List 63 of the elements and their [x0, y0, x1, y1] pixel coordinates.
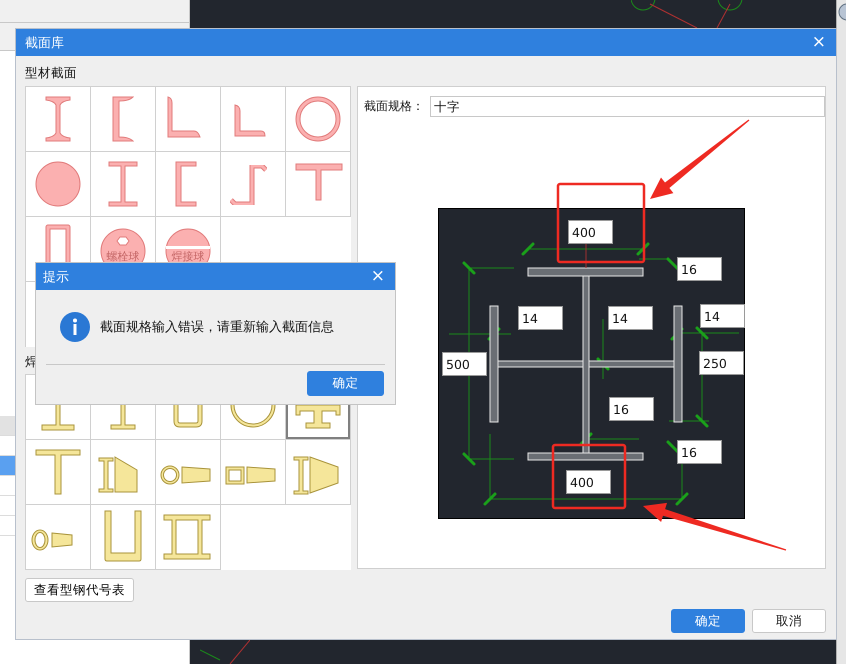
section-option[interactable]: [156, 152, 221, 217]
dimension-field[interactable]: 500: [442, 352, 487, 376]
dimension-field[interactable]: 400: [568, 220, 613, 244]
info-icon: [60, 312, 90, 342]
section-option[interactable]: [156, 505, 221, 570]
section-option[interactable]: [91, 87, 156, 152]
dimension-field[interactable]: 14: [518, 306, 563, 330]
section-option[interactable]: [221, 440, 286, 505]
welded-cross-tee-icon: [295, 405, 341, 429]
section-option[interactable]: [221, 152, 286, 217]
dialog-title: 截面库: [25, 34, 64, 52]
alert-message: 截面规格输入错误，请重新输入截面信息: [100, 319, 334, 336]
welded-u-icon: [173, 405, 203, 428]
i-taper-wide-icon: [293, 456, 339, 495]
channel-icon: [112, 96, 134, 142]
dimension-field[interactable]: 16: [677, 257, 722, 281]
welded-i-icon: [39, 405, 77, 431]
dimension-field[interactable]: 400: [566, 470, 611, 494]
circle-taper-icon: [160, 465, 211, 485]
section-option[interactable]: [26, 440, 91, 505]
section-option[interactable]: [286, 152, 351, 217]
round-bar-icon: [35, 161, 81, 207]
spec-field[interactable]: 十字: [430, 96, 825, 117]
dimension-field[interactable]: 14: [700, 304, 745, 328]
tube-icon: [295, 96, 341, 142]
ellipse-taper-icon: [31, 529, 73, 551]
dimension-field[interactable]: 16: [609, 397, 654, 421]
z-section-icon: [230, 165, 267, 205]
section-option[interactable]: [156, 440, 221, 505]
close-button[interactable]: ×: [368, 268, 387, 285]
double-i-icon: [163, 514, 211, 560]
cad-drawing: [200, 640, 250, 664]
i-beam-icon: [45, 96, 71, 142]
ok-button[interactable]: 确定: [671, 609, 745, 633]
i-taper-icon: [98, 456, 138, 493]
ok-button[interactable]: 确定: [307, 371, 384, 396]
dimension-field[interactable]: 16: [677, 440, 722, 464]
code-table-button[interactable]: 查看型钢代号表: [25, 578, 134, 602]
section-option[interactable]: [26, 87, 91, 152]
angle-icon: [234, 104, 266, 137]
section-option[interactable]: [26, 152, 91, 217]
welded-i-small-icon: [110, 405, 136, 430]
dimension-field[interactable]: 250: [699, 351, 744, 375]
section-option[interactable]: [221, 87, 286, 152]
section-option[interactable]: [91, 152, 156, 217]
h-beam-icon: [108, 161, 138, 207]
spec-label: 截面规格：: [364, 98, 425, 115]
tee-icon: [295, 163, 343, 201]
dimension-field[interactable]: 14: [608, 306, 653, 330]
close-button[interactable]: ×: [810, 34, 828, 51]
cancel-button[interactable]: 取消: [752, 609, 826, 633]
section-option[interactable]: [286, 87, 351, 152]
section-option[interactable]: [286, 440, 351, 505]
section-option[interactable]: [26, 505, 91, 570]
alert-title: 提示: [43, 268, 69, 286]
u-channel-icon: [104, 510, 142, 562]
section-option[interactable]: [91, 440, 156, 505]
section-option[interactable]: [91, 505, 156, 570]
welded-tee-icon: [35, 449, 81, 495]
section-option[interactable]: [156, 87, 221, 152]
section-title: 型材截面: [25, 64, 78, 82]
box-taper-icon: [225, 466, 276, 485]
angle-unequal-icon: [167, 96, 201, 138]
